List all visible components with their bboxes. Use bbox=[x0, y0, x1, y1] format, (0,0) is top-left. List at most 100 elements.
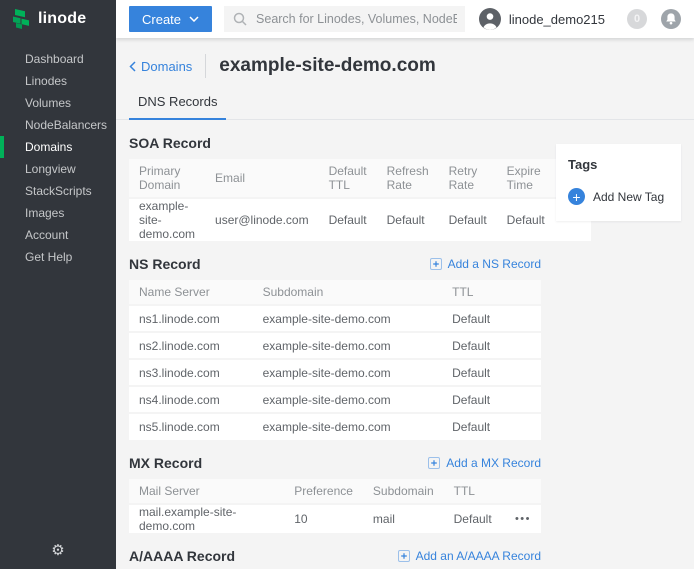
sidebar-item-volumes[interactable]: Volumes bbox=[0, 92, 116, 114]
sidebar-item-images[interactable]: Images bbox=[0, 202, 116, 224]
column-header[interactable]: Refresh Rate bbox=[377, 159, 439, 198]
table-cell: ns2.linode.com bbox=[129, 332, 253, 359]
plus-square-icon bbox=[430, 258, 442, 270]
add-record-label: Add an A/AAAA Record bbox=[416, 549, 541, 563]
column-header[interactable]: Subdomain bbox=[363, 479, 444, 504]
add-record-button[interactable]: Add a NS Record bbox=[430, 257, 541, 271]
create-button-label: Create bbox=[142, 12, 181, 27]
table-cell: ns4.linode.com bbox=[129, 386, 253, 413]
sidebar-item-stackscripts[interactable]: StackScripts bbox=[0, 180, 116, 202]
sidebar-item-longview[interactable]: Longview bbox=[0, 158, 116, 180]
user-menu[interactable]: linode_demo215 bbox=[479, 8, 615, 30]
search-input[interactable] bbox=[224, 6, 465, 32]
sidebar-item-nodebalancers[interactable]: NodeBalancers bbox=[0, 114, 116, 136]
table-cell: Default bbox=[442, 332, 541, 359]
search-icon bbox=[233, 12, 247, 26]
tab-bar: DNS Records bbox=[116, 93, 694, 120]
add-record-label: Add a NS Record bbox=[448, 257, 541, 271]
sidebar-nav: DashboardLinodesVolumesNodeBalancersDoma… bbox=[0, 48, 116, 268]
plus-circle-icon: + bbox=[568, 188, 585, 205]
table-cell: example-site-demo.com bbox=[253, 386, 443, 413]
sidebar-item-linodes[interactable]: Linodes bbox=[0, 70, 116, 92]
add-record-label: Add a MX Record bbox=[446, 456, 541, 470]
tags-panel-title: Tags bbox=[568, 157, 669, 172]
table-row: example-site-demo.comuser@linode.comDefa… bbox=[129, 198, 591, 241]
table-cell: Default bbox=[319, 198, 377, 241]
record-section: SOA Record Primary DomainEmailDefault TTL… bbox=[129, 135, 541, 241]
column-header[interactable]: Preference bbox=[284, 479, 363, 504]
table-cell: mail.example-site-demo.com bbox=[129, 504, 284, 533]
table-cell: Default bbox=[497, 198, 555, 241]
table-cell: 10 bbox=[284, 504, 363, 533]
table-cell: Default bbox=[442, 386, 541, 413]
linode-logo[interactable]: linode bbox=[0, 0, 116, 38]
bell-icon bbox=[661, 9, 681, 29]
sidebar-item-get-help[interactable]: Get Help bbox=[0, 246, 116, 268]
row-actions-menu[interactable]: ••• bbox=[505, 504, 541, 533]
records-table: Mail ServerPreferenceSubdomainTTL mail.ex… bbox=[129, 479, 541, 533]
column-header[interactable]: Name Server bbox=[129, 280, 253, 305]
table-cell: ns5.linode.com bbox=[129, 413, 253, 440]
record-sections: SOA RecordPrimary DomainEmailDefault TTL… bbox=[129, 120, 541, 569]
add-record-button[interactable]: Add an A/AAAA Record bbox=[398, 549, 541, 563]
page-body: SOA RecordPrimary DomainEmailDefault TTL… bbox=[116, 120, 694, 569]
section-title: A/AAAA Record bbox=[129, 548, 235, 564]
page-header: Domains example-site-demo.com bbox=[116, 38, 694, 78]
header-divider bbox=[205, 54, 206, 78]
section-title: MX Record bbox=[129, 455, 202, 471]
section-header: MX Record Add a MX Record bbox=[129, 455, 541, 471]
column-header[interactable]: Mail Server bbox=[129, 479, 284, 504]
table-cell: example-site-demo.com bbox=[253, 413, 443, 440]
table-cell: example-site-demo.com bbox=[129, 198, 205, 241]
gear-icon[interactable]: ⚙ bbox=[0, 541, 116, 559]
sidebar-item-domains[interactable]: Domains bbox=[0, 136, 116, 158]
sidebar-item-dashboard[interactable]: Dashboard bbox=[0, 48, 116, 70]
column-header[interactable]: Default TTL bbox=[319, 159, 377, 198]
table-cell: example-site-demo.com bbox=[253, 305, 443, 332]
section-header: A/AAAA Record Add an A/AAAA Record bbox=[129, 548, 541, 564]
chevron-left-icon bbox=[129, 61, 136, 72]
table-cell: example-site-demo.com bbox=[253, 359, 443, 386]
breadcrumb[interactable]: Domains bbox=[129, 59, 192, 74]
table-cell: Default bbox=[442, 359, 541, 386]
table-cell: user@linode.com bbox=[205, 198, 319, 241]
table-row: ns4.linode.comexample-site-demo.comDefau… bbox=[129, 386, 541, 413]
add-new-tag-button[interactable]: + Add New Tag bbox=[568, 188, 669, 205]
column-header[interactable]: Primary Domain bbox=[129, 159, 205, 198]
create-button[interactable]: Create bbox=[129, 6, 212, 32]
column-header[interactable]: Email bbox=[205, 159, 319, 198]
notifications-bell-button[interactable] bbox=[661, 9, 681, 29]
sidebar-item-account[interactable]: Account bbox=[0, 224, 116, 246]
record-section: MX Record Add a MX Record Mail ServerPrefe… bbox=[129, 455, 541, 533]
records-table: Name ServerSubdomainTTLns1.linode.comexa… bbox=[129, 280, 541, 440]
table-cell: Default bbox=[442, 305, 541, 332]
column-header[interactable]: Retry Rate bbox=[439, 159, 497, 198]
plus-square-icon bbox=[398, 550, 410, 562]
add-record-button[interactable]: Add a MX Record bbox=[428, 456, 541, 470]
table-cell: ns3.linode.com bbox=[129, 359, 253, 386]
brand-name: linode bbox=[38, 10, 86, 28]
section-header: SOA Record bbox=[129, 135, 541, 151]
chevron-down-icon bbox=[189, 16, 199, 22]
column-header[interactable]: TTL bbox=[444, 479, 505, 504]
username: linode_demo215 bbox=[509, 12, 605, 27]
topbar: Create linode_demo215 0 bbox=[116, 0, 694, 38]
page-title: example-site-demo.com bbox=[219, 55, 435, 77]
column-header[interactable]: Expire Time bbox=[497, 159, 555, 198]
records-table: Primary DomainEmailDefault TTLRefresh Ra… bbox=[129, 159, 591, 241]
column-header-actions bbox=[505, 479, 541, 504]
notification-count-badge[interactable]: 0 bbox=[627, 9, 647, 29]
section-header: NS RecordAdd a NS Record bbox=[129, 256, 541, 272]
linode-logo-icon bbox=[12, 9, 31, 29]
tab-dns-records[interactable]: DNS Records bbox=[129, 94, 226, 120]
table-cell: Default bbox=[377, 198, 439, 241]
column-header[interactable]: TTL bbox=[442, 280, 541, 305]
table-cell: Default bbox=[442, 413, 541, 440]
tags-panel: Tags + Add New Tag bbox=[556, 144, 681, 221]
record-section: A/AAAA RecordAdd an A/AAAA RecordHostnam… bbox=[129, 548, 541, 569]
column-header[interactable]: Subdomain bbox=[253, 280, 443, 305]
section-title: SOA Record bbox=[129, 135, 211, 151]
content-area: Domains example-site-demo.com DNS Record… bbox=[116, 38, 694, 569]
table-cell: Default bbox=[444, 504, 505, 533]
table-cell: Default bbox=[439, 198, 497, 241]
